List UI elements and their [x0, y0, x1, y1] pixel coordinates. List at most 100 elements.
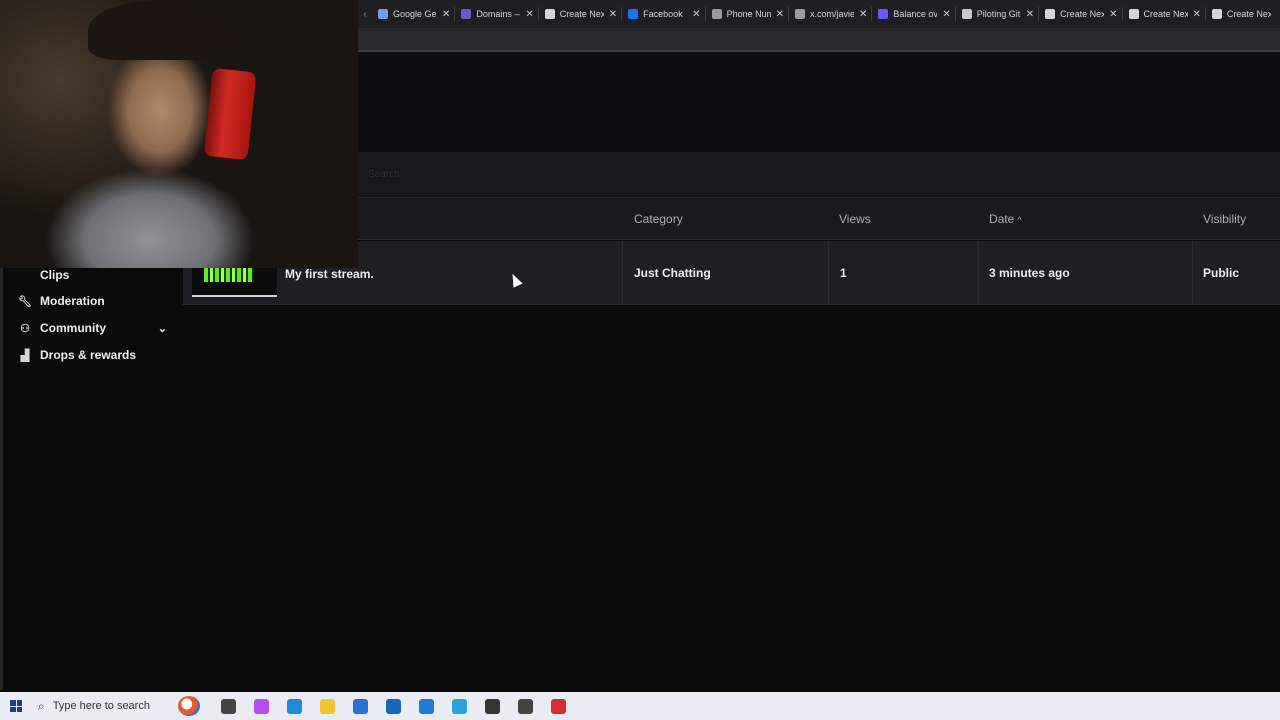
close-tab-icon[interactable]: ✕: [525, 9, 533, 20]
browser-tab-title: Google Gem: [393, 9, 437, 19]
sidebar-item-moderation[interactable]: 🔧︎ Moderation: [17, 294, 167, 308]
video-date: 3 minutes ago: [989, 266, 1070, 280]
phone-icon: [711, 9, 722, 19]
browser-tab[interactable]: x.com/javier ✕: [789, 0, 871, 28]
wrench-icon: 🔧︎: [18, 295, 32, 308]
vscode-taskbar-button[interactable]: [410, 692, 443, 720]
close-tab-icon[interactable]: ✕: [609, 9, 617, 20]
sidebar-item-label: Community: [40, 321, 106, 335]
webcam-overlay: [0, 0, 358, 268]
telegram-taskbar-button[interactable]: [443, 692, 476, 720]
stripe-icon: [878, 9, 889, 19]
browser-tab-title: Create Next: [559, 9, 604, 19]
recorder-taskbar-button[interactable]: [542, 692, 575, 720]
close-tab-icon[interactable]: ✕: [859, 9, 867, 20]
sidebar-item-label: Clips: [40, 268, 70, 282]
sidebar-item-label: Drops & rewards: [40, 348, 137, 362]
column-header-category[interactable]: Category: [634, 212, 683, 226]
vscode-icon: [419, 698, 434, 714]
video-thumbnail[interactable]: [192, 266, 277, 297]
chatgpt-icon: [485, 698, 500, 714]
windows-taskbar: ⌕ Type here to search: [0, 692, 1280, 720]
vercel-icon: [1211, 9, 1222, 19]
close-tab-icon[interactable]: ✕: [776, 9, 784, 20]
filter-bar: Search: [358, 152, 1280, 198]
task-view-taskbar-button[interactable]: [212, 692, 245, 720]
browser-tab[interactable]: Balance over ✕: [872, 0, 954, 28]
webcam-soda-can: [203, 67, 257, 161]
browser-tab[interactable]: Piloting GitH ✕: [956, 0, 1038, 28]
video-title[interactable]: My first stream.: [285, 267, 374, 281]
vercel-icon: [544, 9, 555, 19]
video-category: Just Chatting: [634, 266, 711, 280]
browser-toolbar: [358, 28, 1280, 52]
settings-icon: [518, 698, 533, 714]
browser-tab[interactable]: Google Gem ✕: [372, 0, 454, 28]
page-header-area: [358, 54, 1280, 152]
screen: ‹ Google Gem✕Domains — ✕Create Next✕Face…: [0, 0, 1280, 720]
copilot-icon: [254, 698, 269, 714]
outlook-icon: [386, 698, 401, 714]
column-divider: [828, 241, 829, 305]
browser-tab[interactable]: Create Next ✕: [1039, 0, 1121, 28]
telegram-icon: [452, 698, 467, 714]
browser-tab-title: Facebook: [643, 9, 683, 19]
close-tab-icon[interactable]: ✕: [1026, 9, 1034, 20]
file-explorer-taskbar-button[interactable]: [311, 692, 344, 720]
taskbar-search-box[interactable]: ⌕ Type here to search: [32, 692, 168, 720]
table-header: Category Views Date ^ Visibility: [358, 198, 1280, 240]
start-button[interactable]: [0, 692, 32, 720]
globe-icon: [794, 9, 805, 19]
column-header-views[interactable]: Views: [839, 212, 871, 226]
sort-ascending-icon: ^: [1017, 215, 1022, 225]
search-highlight-icon[interactable]: [168, 692, 212, 720]
webcam-figure: [88, 0, 238, 60]
browser-tab[interactable]: Domains — ✕: [455, 0, 537, 28]
sidebar-item-label: Moderation: [40, 294, 105, 308]
search-input[interactable]: Search: [368, 169, 400, 180]
store-icon: [353, 698, 368, 714]
chatgpt-taskbar-button[interactable]: [476, 692, 509, 720]
browser-tab-title: Create Next: [1060, 9, 1105, 19]
edge-icon: [287, 698, 302, 714]
outlook-taskbar-button[interactable]: [377, 692, 410, 720]
column-header-date[interactable]: Date ^: [989, 212, 1022, 226]
close-tab-icon[interactable]: ✕: [942, 9, 950, 20]
copilot-taskbar-button[interactable]: [245, 692, 278, 720]
edge-taskbar-button[interactable]: [278, 692, 311, 720]
browser-tab[interactable]: Create Next ✕: [1123, 0, 1205, 28]
browser-tab-title: x.com/javier: [809, 9, 854, 19]
tab-scroll-left-button[interactable]: ‹: [358, 9, 372, 20]
chevron-down-icon[interactable]: ⌄: [158, 322, 167, 335]
store-taskbar-button[interactable]: [344, 692, 377, 720]
column-header-date-label: Date: [989, 212, 1015, 226]
close-tab-icon[interactable]: ✕: [1193, 9, 1201, 20]
close-tab-icon[interactable]: ✕: [1109, 9, 1117, 20]
video-visibility[interactable]: Public: [1203, 266, 1239, 280]
task-view-icon: [221, 698, 236, 714]
column-divider: [1192, 241, 1193, 305]
close-tab-icon[interactable]: ✕: [442, 9, 450, 20]
recorder-icon: [551, 698, 566, 714]
browser-tab[interactable]: Create Next ✕: [539, 0, 621, 28]
column-header-visibility[interactable]: Visibility: [1203, 212, 1246, 226]
drops-icon: ▟: [20, 349, 30, 362]
facebook-icon: [628, 9, 639, 19]
sidebar-item-community[interactable]: ⚇ Community ⌄: [17, 321, 167, 335]
browser-tab[interactable]: Create Nex: [1206, 0, 1275, 28]
gemini-icon: [378, 9, 388, 19]
windows-logo-icon: [10, 700, 22, 712]
browser-tab[interactable]: Phone Numb ✕: [706, 0, 788, 28]
video-views: 1: [840, 266, 847, 280]
browser-tab[interactable]: Facebook ✕: [622, 0, 704, 28]
browser-tab-title: Create Nex: [1226, 9, 1271, 19]
file-explorer-icon: [320, 698, 335, 714]
browser-tab-title: Balance over: [893, 9, 938, 19]
search-icon: ⌕: [38, 698, 45, 713]
settings-taskbar-button[interactable]: [509, 692, 542, 720]
sidebar-item-drops-rewards[interactable]: ▟ Drops & rewards: [17, 348, 167, 362]
close-tab-icon[interactable]: ✕: [692, 9, 700, 20]
sidebar-item-clips[interactable]: Clips: [17, 268, 167, 282]
thumbnail-image: [204, 267, 254, 282]
browser-tab-title: Create Next: [1143, 9, 1188, 19]
